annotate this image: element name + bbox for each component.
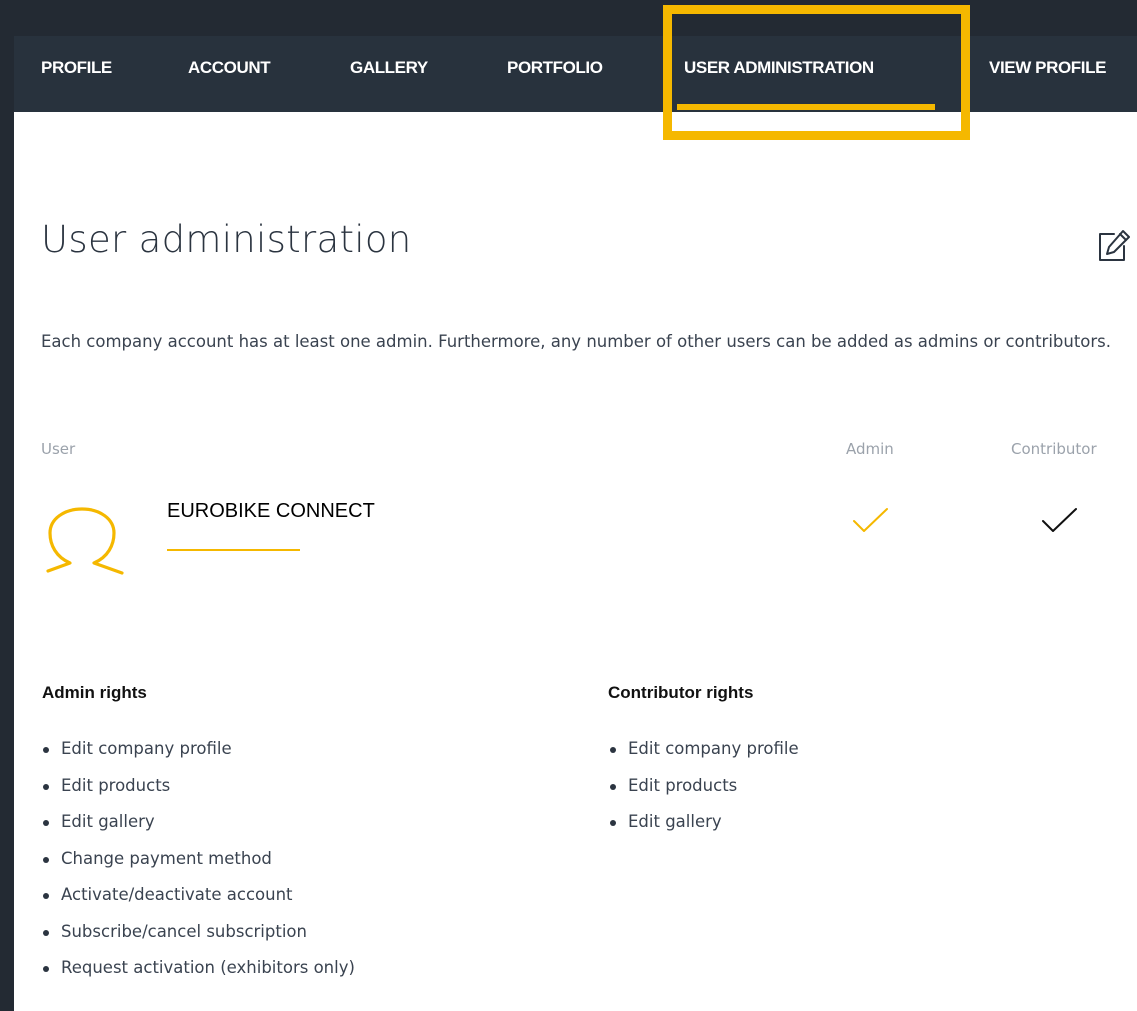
tab-gallery[interactable]: GALLERY <box>350 36 428 100</box>
user-name-underline <box>167 549 300 551</box>
list-item: Edit company profile <box>41 731 355 768</box>
list-item: Edit gallery <box>608 804 799 841</box>
list-item: Request activation (exhibitors only) <box>41 950 355 987</box>
contributor-check-icon[interactable] <box>1040 505 1080 537</box>
page-title: User administration <box>41 218 412 261</box>
active-tab-indicator <box>677 104 935 110</box>
list-item: Edit gallery <box>41 804 355 841</box>
user-avatar-icon <box>42 505 126 579</box>
user-name[interactable]: EUROBIKE CONNECT <box>167 500 375 523</box>
list-item: Edit products <box>608 768 799 805</box>
profile-nav: PROFILE ACCOUNT GALLERY PORTFOLIO USER A… <box>14 36 1137 112</box>
top-frame <box>0 0 1137 38</box>
tab-profile[interactable]: PROFILE <box>41 36 112 100</box>
list-item: Edit company profile <box>608 731 799 768</box>
tab-account[interactable]: ACCOUNT <box>188 36 271 100</box>
list-item: Subscribe/cancel subscription <box>41 914 355 951</box>
admin-rights-title: Admin rights <box>42 683 147 702</box>
list-item: Edit products <box>41 768 355 805</box>
tab-portfolio[interactable]: PORTFOLIO <box>507 36 603 100</box>
admin-check-icon[interactable] <box>851 505 891 537</box>
contributor-rights-list: Edit company profile Edit products Edit … <box>608 731 799 841</box>
admin-rights-list: Edit company profile Edit products Edit … <box>41 731 355 987</box>
column-header-admin: Admin <box>846 440 894 458</box>
tab-view-profile[interactable]: VIEW PROFILE <box>989 36 1106 100</box>
contributor-rights-title: Contributor rights <box>608 683 754 702</box>
tab-user-administration[interactable]: USER ADMINISTRATION <box>684 36 874 100</box>
column-header-user: User <box>41 440 76 458</box>
list-item: Change payment method <box>41 841 355 878</box>
intro-text: Each company account has at least one ad… <box>41 332 1112 351</box>
list-item: Activate/deactivate account <box>41 877 355 914</box>
edit-icon[interactable] <box>1094 226 1134 266</box>
column-header-contributor: Contributor <box>1011 440 1097 458</box>
